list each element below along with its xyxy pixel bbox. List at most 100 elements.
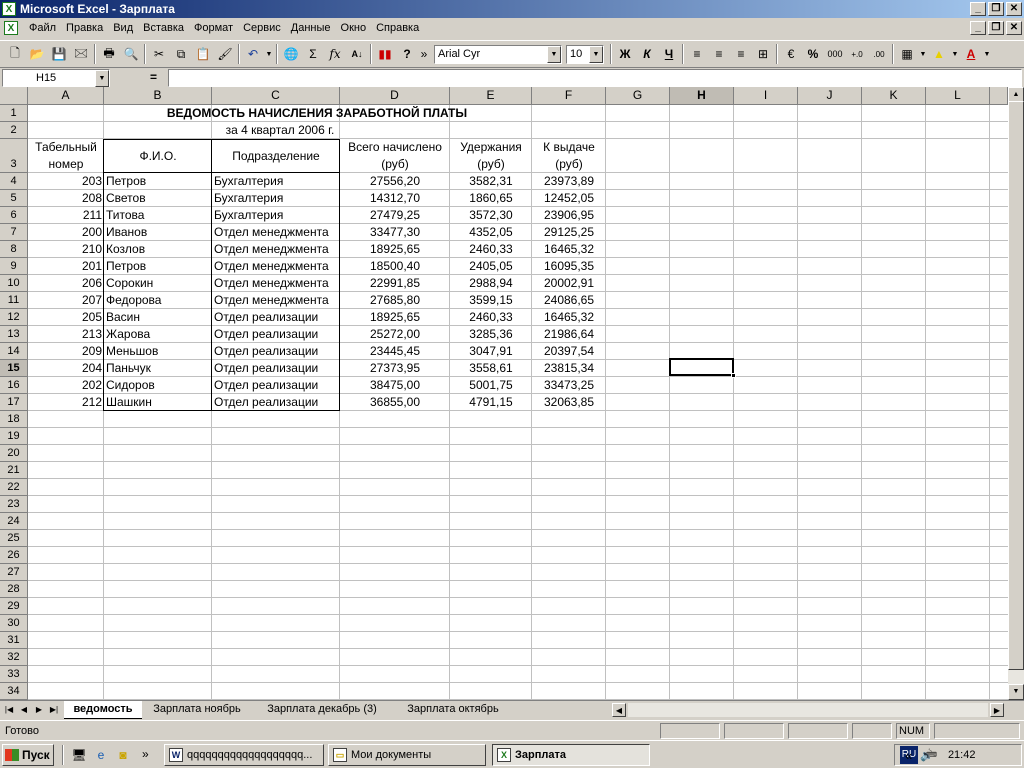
first-sheet-icon[interactable]: |◀ (2, 703, 16, 717)
column-header-k[interactable]: K (862, 87, 926, 105)
cell-name[interactable]: Козлов (104, 241, 212, 258)
quicklaunch-more-icon[interactable]: » (142, 747, 149, 761)
cell-payout[interactable]: 32063,85 (532, 394, 606, 411)
cell-total[interactable]: 38475,00 (340, 377, 450, 394)
vertical-scrollbar[interactable]: ▲ ▼ (1008, 87, 1024, 700)
cell-total[interactable]: 25272,00 (340, 326, 450, 343)
chevron-down-icon[interactable]: ▼ (589, 45, 603, 63)
row-header-7[interactable]: 7 (0, 224, 28, 241)
cell-tab-number[interactable]: 202 (28, 377, 104, 394)
font-color-dropdown-icon[interactable]: ▼ (982, 43, 992, 65)
column-header-a[interactable]: A (28, 87, 104, 105)
column-header-c[interactable]: C (212, 87, 340, 105)
cell-payout[interactable]: 33473,25 (532, 377, 606, 394)
cell-deductions[interactable]: 3558,61 (450, 360, 532, 377)
column-header-j[interactable]: J (798, 87, 862, 105)
row-header-2[interactable]: 2 (0, 122, 28, 139)
header-tab-number[interactable]: Табельный номер (28, 139, 104, 173)
cell-total[interactable]: 27479,25 (340, 207, 450, 224)
fill-dropdown-icon[interactable]: ▼ (950, 43, 960, 65)
menu-help[interactable]: Справка (371, 18, 424, 38)
cell-deductions[interactable]: 3599,15 (450, 292, 532, 309)
cell-department[interactable]: Отдел реализации (212, 326, 342, 343)
show-desktop-icon[interactable]: 🖥 (68, 744, 90, 766)
cell-department[interactable]: Отдел реализации (212, 343, 342, 360)
scroll-thumb[interactable] (1008, 101, 1024, 670)
cell-total[interactable]: 18925,65 (340, 309, 450, 326)
cell-tab-number[interactable]: 204 (28, 360, 104, 377)
volume-icon[interactable]: 🔈 (920, 749, 934, 762)
italic-button[interactable]: К (636, 43, 658, 65)
increase-decimal-icon[interactable]: +.0 (846, 43, 868, 65)
row-header-3[interactable]: 3 (0, 139, 28, 173)
cell-total[interactable]: 18500,40 (340, 258, 450, 275)
cell-payout[interactable]: 24086,65 (532, 292, 606, 309)
row-header-16[interactable]: 16 (0, 377, 28, 394)
align-right-icon[interactable]: ≡ (730, 43, 752, 65)
row-header-11[interactable]: 11 (0, 292, 28, 309)
row-header-25[interactable]: 25 (0, 530, 28, 547)
doc-close-button[interactable]: ✕ (1006, 21, 1022, 35)
row-header-19[interactable]: 19 (0, 428, 28, 445)
header-deductions[interactable]: Удержания (руб) (450, 139, 532, 173)
minimize-button[interactable]: _ (970, 2, 986, 16)
toolbar-options-icon[interactable]: » (418, 43, 430, 65)
scroll-right-icon[interactable]: ▶ (990, 703, 1004, 717)
cell-name[interactable]: Федорова (104, 292, 212, 309)
doc-minimize-button[interactable]: _ (970, 21, 986, 35)
cut-icon[interactable]: ✂ (148, 43, 170, 65)
row-header-26[interactable]: 26 (0, 547, 28, 564)
prev-sheet-icon[interactable]: ◀ (17, 703, 31, 717)
cell-deductions[interactable]: 5001,75 (450, 377, 532, 394)
menu-file[interactable]: Файл (24, 18, 61, 38)
internet-explorer-icon[interactable]: e (90, 744, 112, 766)
chevron-down-icon[interactable]: ▼ (547, 45, 561, 63)
row-header-9[interactable]: 9 (0, 258, 28, 275)
thousands-button[interactable]: 000 (824, 43, 846, 65)
cell-total[interactable]: 36855,00 (340, 394, 450, 411)
worksheet-grid[interactable]: ABCDEFGHIJKL 1 2 3 4 5 6 7 8 9 10 11 12 13 14 15 16 17 18… (0, 87, 1008, 700)
cell-tab-number[interactable]: 208 (28, 190, 104, 207)
cell-deductions[interactable]: 3047,91 (450, 343, 532, 360)
row-header-20[interactable]: 20 (0, 445, 28, 462)
borders-icon[interactable]: ▦ (896, 43, 918, 65)
row-header-12[interactable]: 12 (0, 309, 28, 326)
tab-november[interactable]: Зарплата ноябрь (146, 701, 248, 719)
row-header-15[interactable]: 15 (0, 360, 28, 377)
cell-department[interactable]: Отдел менеджмента (212, 292, 342, 309)
function-icon[interactable]: fx (324, 43, 346, 65)
scroll-down-icon[interactable]: ▼ (1008, 684, 1024, 700)
cell-department[interactable]: Отдел менеджмента (212, 224, 342, 241)
cell-name[interactable]: Петров (104, 173, 212, 190)
open-icon[interactable]: 📂 (26, 43, 48, 65)
cell-total[interactable]: 27556,20 (340, 173, 450, 190)
cell-tab-number[interactable]: 206 (28, 275, 104, 292)
restore-button[interactable]: ❐ (988, 2, 1004, 16)
tab-vedomost[interactable]: ведомость (64, 701, 142, 719)
cell-deductions[interactable]: 2988,94 (450, 275, 532, 292)
cell-payout[interactable]: 16465,32 (532, 241, 606, 258)
row-header-4[interactable]: 4 (0, 173, 28, 190)
help-icon[interactable]: ? (396, 43, 418, 65)
menu-edit[interactable]: Правка (61, 18, 108, 38)
header-total[interactable]: Всего начислено (руб) (340, 139, 450, 173)
row-header-13[interactable]: 13 (0, 326, 28, 343)
cell-total[interactable]: 14312,70 (340, 190, 450, 207)
cell-total[interactable]: 23445,45 (340, 343, 450, 360)
cell-tab-number[interactable]: 212 (28, 394, 104, 411)
row-header-1[interactable]: 1 (0, 105, 28, 122)
cell-total[interactable]: 27373,95 (340, 360, 450, 377)
next-sheet-icon[interactable]: ▶ (32, 703, 46, 717)
column-header-e[interactable]: E (450, 87, 532, 105)
row-header-28[interactable]: 28 (0, 581, 28, 598)
scroll-left-icon[interactable]: ◀ (612, 703, 626, 717)
fill-color-icon[interactable]: ▲ (928, 43, 950, 65)
row-header-18[interactable]: 18 (0, 411, 28, 428)
cell-department[interactable]: Отдел менеджмента (212, 241, 342, 258)
cell-deductions[interactable]: 2460,33 (450, 309, 532, 326)
row-header-31[interactable]: 31 (0, 632, 28, 649)
align-left-icon[interactable]: ≡ (686, 43, 708, 65)
font-color-icon[interactable]: A (960, 43, 982, 65)
cell-payout[interactable]: 23973,89 (532, 173, 606, 190)
cell-payout[interactable]: 20397,54 (532, 343, 606, 360)
